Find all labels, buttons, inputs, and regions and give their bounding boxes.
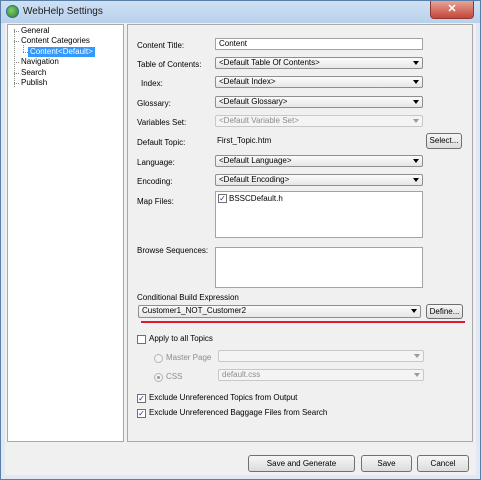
dropdown-arrow-icon: [414, 373, 420, 377]
tree-line: [14, 73, 19, 74]
index-select[interactable]: <Default Index>: [215, 76, 423, 88]
master-page-label: Master Page: [166, 353, 212, 362]
glossary-select[interactable]: <Default Glossary>: [215, 96, 423, 108]
css-select-value: default.css: [222, 370, 261, 379]
encoding-label: Encoding:: [137, 177, 173, 186]
define-button[interactable]: Define...: [426, 304, 463, 319]
webhelp-settings-dialog: WebHelp Settings ✕ General Content Categ…: [0, 0, 481, 480]
variables-set-value: <Default Variable Set>: [219, 116, 299, 125]
dialog-client: General Content Categories Content<Defau…: [5, 23, 476, 475]
dropdown-arrow-icon: [413, 159, 419, 163]
content-title-label: Content Title:: [137, 41, 185, 50]
radio-dot: [157, 376, 160, 379]
css-label: CSS: [166, 372, 183, 381]
default-topic-value: First_Topic.htm: [217, 136, 272, 145]
title-bar: WebHelp Settings ✕: [1, 1, 480, 23]
exclude-baggage-label: Exclude Unreferenced Baggage Files from …: [149, 408, 328, 417]
tree-line: [14, 31, 19, 32]
conditional-build-select[interactable]: Customer1_NOT_Customer2: [138, 305, 421, 318]
index-select-value: <Default Index>: [219, 77, 276, 86]
tree-line: [14, 41, 19, 42]
save-and-generate-button[interactable]: Save and Generate: [248, 455, 355, 472]
map-files-list: ✓ BSSCDefault.h: [215, 191, 423, 238]
save-button[interactable]: Save: [361, 455, 412, 472]
dropdown-arrow-icon: [413, 119, 419, 123]
css-select: default.css: [218, 369, 424, 381]
highlight-underline: [141, 321, 465, 323]
language-label: Language:: [137, 158, 175, 167]
tree-item-publish[interactable]: Publish: [21, 78, 47, 88]
exclude-topics-checkbox[interactable]: ✓: [137, 394, 146, 403]
tree-item-general[interactable]: General: [21, 26, 49, 36]
tree-line: [14, 83, 19, 84]
cancel-button[interactable]: Cancel: [417, 455, 469, 472]
tree-line: [23, 45, 24, 52]
window-title: WebHelp Settings: [23, 6, 103, 17]
variables-set-label: Variables Set:: [137, 118, 187, 127]
dropdown-arrow-icon: [413, 100, 419, 104]
exclude-topics-label: Exclude Unreferenced Topics from Output: [149, 393, 298, 402]
index-label: Index:: [141, 79, 163, 88]
dropdown-arrow-icon: [414, 354, 420, 358]
settings-tree: General Content Categories Content<Defau…: [7, 24, 124, 442]
tree-item-content-categories[interactable]: Content Categories: [21, 36, 90, 46]
toc-select-value: <Default Table Of Contents>: [219, 58, 320, 67]
tree-item-search[interactable]: Search: [21, 68, 46, 78]
language-select[interactable]: <Default Language>: [215, 155, 423, 167]
encoding-select-value: <Default Encoding>: [219, 175, 290, 184]
tree-item-content-default[interactable]: Content<Default>: [28, 47, 95, 57]
language-select-value: <Default Language>: [219, 156, 292, 165]
close-button[interactable]: ✕: [430, 1, 474, 19]
variables-set-select: <Default Variable Set>: [215, 115, 423, 127]
encoding-select[interactable]: <Default Encoding>: [215, 174, 423, 186]
conditional-build-value: Customer1_NOT_Customer2: [142, 306, 247, 315]
tree-line: [14, 62, 19, 63]
glossary-label: Glossary:: [137, 99, 171, 108]
toc-label: Table of Contents:: [137, 60, 202, 69]
exclude-baggage-checkbox[interactable]: ✓: [137, 409, 146, 418]
content-settings-panel: Content Title: Content Table of Contents…: [127, 24, 473, 442]
apply-all-topics-label: Apply to all Topics: [149, 334, 213, 343]
map-file-name: BSSCDefault.h: [229, 194, 283, 203]
dropdown-arrow-icon: [413, 61, 419, 65]
toc-select[interactable]: <Default Table Of Contents>: [215, 57, 423, 69]
select-topic-button[interactable]: Select...: [426, 133, 462, 149]
dropdown-arrow-icon: [413, 80, 419, 84]
map-file-checkbox[interactable]: ✓: [218, 194, 227, 203]
default-topic-label: Default Topic:: [137, 138, 186, 147]
dropdown-arrow-icon: [411, 309, 417, 313]
dropdown-arrow-icon: [413, 178, 419, 182]
app-icon: [6, 5, 19, 18]
master-page-select: [218, 350, 424, 362]
browse-sequences-list[interactable]: [215, 247, 423, 288]
content-title-input[interactable]: Content: [215, 38, 423, 50]
map-files-label: Map Files:: [137, 197, 174, 206]
master-page-radio: [154, 354, 163, 363]
tree-item-navigation[interactable]: Navigation: [21, 57, 59, 67]
glossary-select-value: <Default Glossary>: [219, 97, 288, 106]
css-radio: [154, 373, 163, 382]
conditional-build-label: Conditional Build Expression: [137, 293, 239, 302]
apply-all-topics-checkbox[interactable]: [137, 335, 146, 344]
browse-sequences-label: Browse Sequences:: [137, 246, 209, 255]
tree-line: [14, 29, 15, 87]
